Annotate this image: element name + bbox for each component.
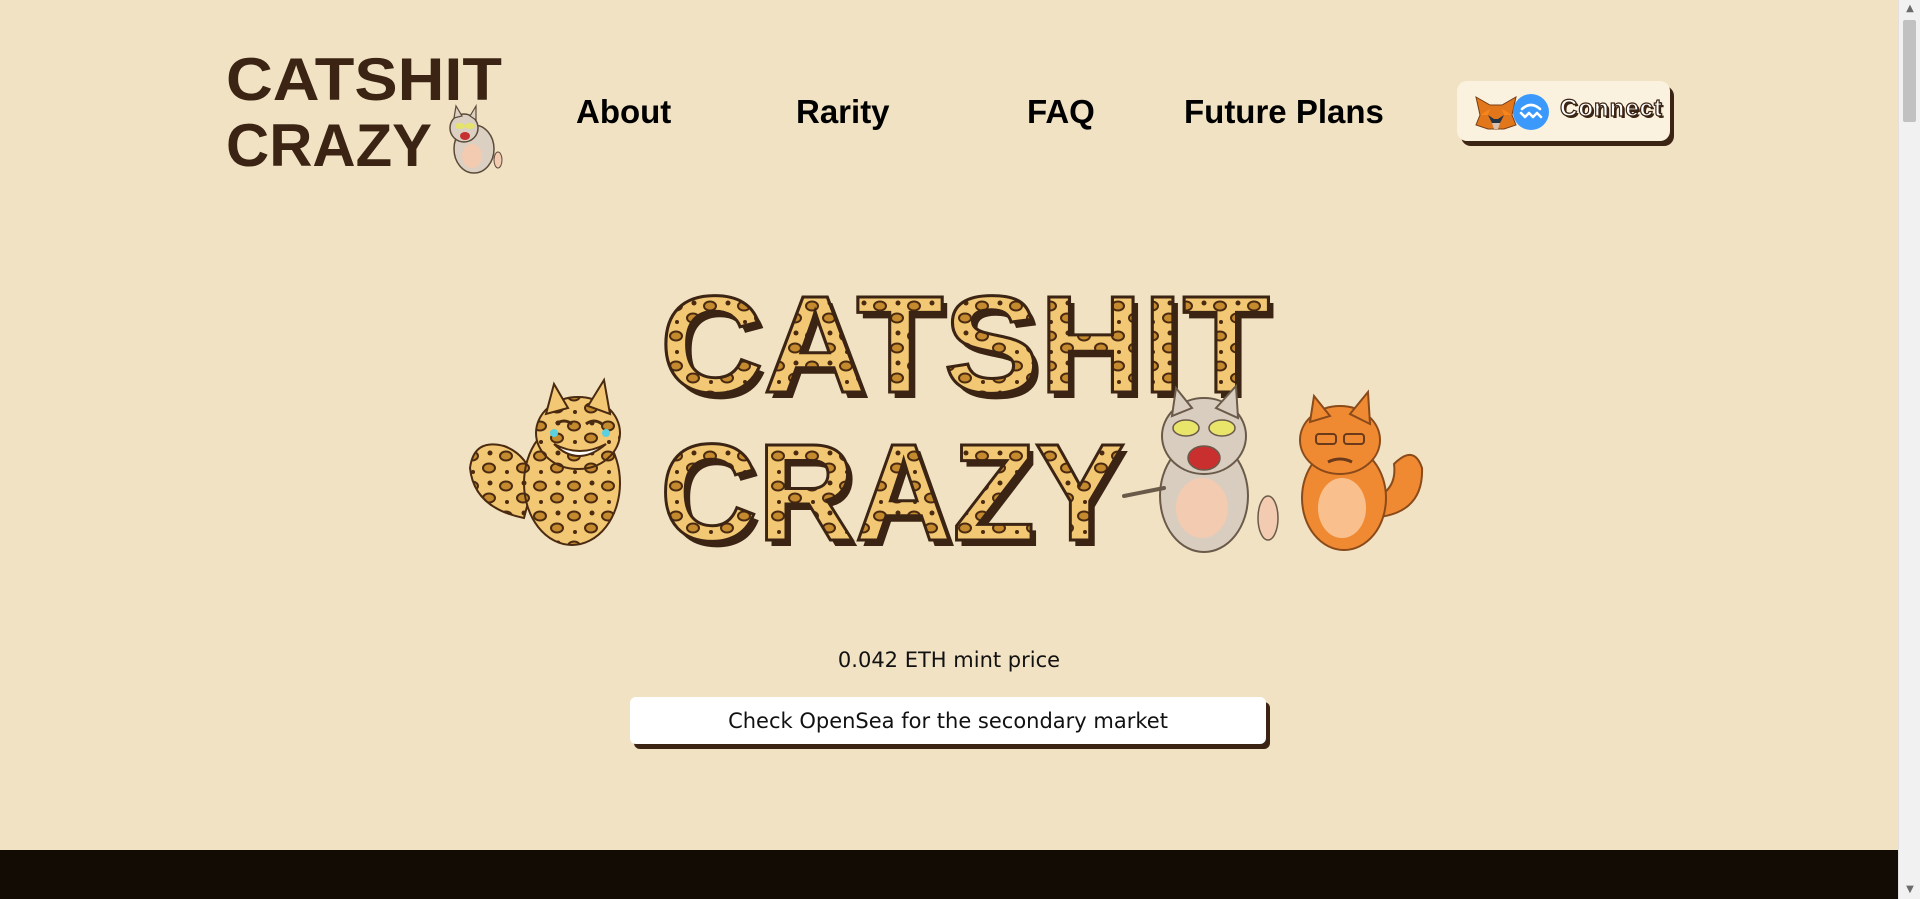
orange-cat-illustration <box>1299 389 1424 551</box>
footer-section <box>0 850 1898 899</box>
nav-rarity[interactable]: Rarity <box>796 88 890 136</box>
page-scrollbar[interactable]: ▲ ▼ <box>1898 0 1920 899</box>
hero-banner: CATSHIT CATSHIT CRAZY CRAZY <box>468 268 1424 556</box>
site-logo[interactable]: CATSHIT CRAZY <box>224 44 506 176</box>
mint-price-text: 0.042 ETH mint price <box>837 648 1061 672</box>
page: CATSHIT CRAZY About Rarity FAQ Future Pl… <box>0 0 1898 899</box>
scroll-down-arrow-icon[interactable]: ▼ <box>1899 881 1920 899</box>
nav-faq[interactable]: FAQ <box>1027 88 1095 136</box>
connect-wallet-button[interactable]: Connect <box>1457 81 1670 141</box>
logo-line1: CATSHIT <box>226 46 502 113</box>
scrollbar-thumb[interactable] <box>1903 20 1916 122</box>
leopard-cat-illustration <box>468 377 621 546</box>
hero-title-line2: CRAZY <box>660 416 1125 556</box>
opensea-market-button[interactable]: Check OpenSea for the secondary market <box>630 697 1266 744</box>
logo-line2: CRAZY <box>226 112 432 176</box>
scroll-up-arrow-icon[interactable]: ▲ <box>1899 0 1920 18</box>
nav-about[interactable]: About <box>576 88 671 136</box>
nav-future-plans[interactable]: Future Plans <box>1184 88 1384 136</box>
connect-label: Connect <box>1559 94 1663 122</box>
logo-cat-icon <box>449 103 503 174</box>
walletconnect-icon <box>1513 94 1549 130</box>
